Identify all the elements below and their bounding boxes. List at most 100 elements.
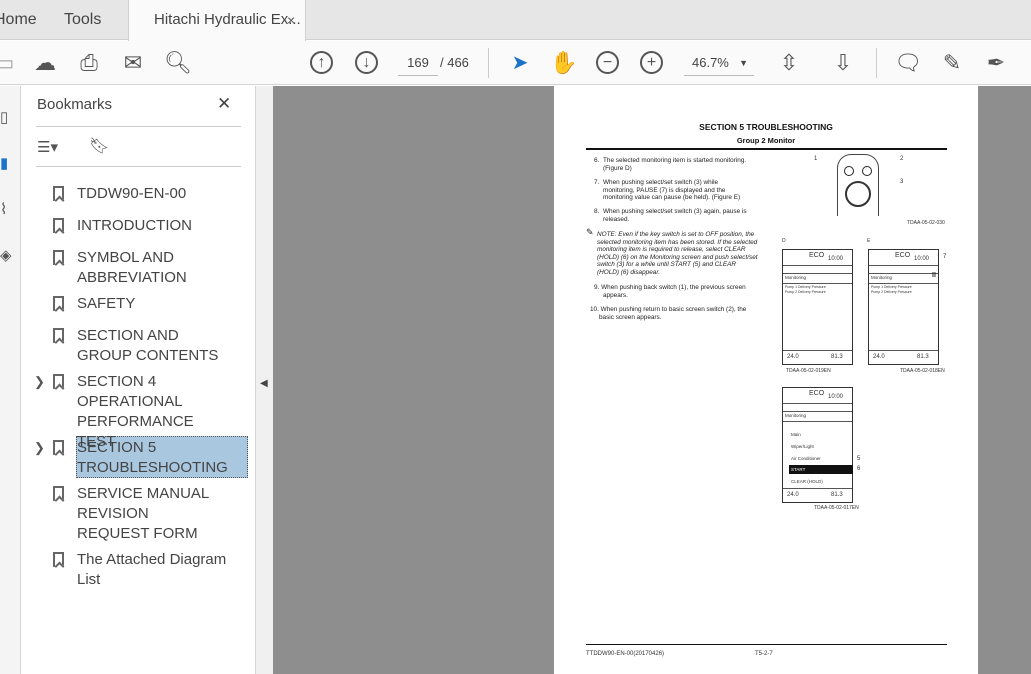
eco-label: ECO [809,390,825,397]
sign-icon[interactable]: ✒ [982,49,1010,77]
collapse-arrow-icon[interactable]: ◀ [260,378,268,389]
bookmark-icon [53,440,64,455]
monitoring-title: Monitoring [785,275,807,280]
bookmark-item[interactable]: SAFETY [77,294,247,314]
monitor-row: Pump 1 Delivery Pressure [785,285,826,289]
navigation-rail: ▯ ▮ ⌇ ◈ [0,86,21,674]
tab-bar: Home Tools Hitachi Hydraulic Ex...× [0,0,1031,41]
bookmarks-icon[interactable]: ▮ [0,154,8,172]
callout-label: 7 [943,254,947,260]
bookmark-item[interactable]: SERVICE MANUAL REVISION REQUEST FORM [77,484,217,544]
hand-tool-icon[interactable]: ✋ [550,49,578,77]
document-page: SECTION 5 TROUBLESHOOTING Group 2 Monito… [554,86,978,674]
step-number: 8. [594,208,600,215]
bookmark-item[interactable]: The Attached Diagram List [77,550,237,590]
menu-item: CLEAR (HOLD) [791,479,823,484]
panel-collapse-strip[interactable]: ◀ [255,86,273,674]
back-switch-icon [844,166,854,176]
pages-icon[interactable]: ▯ [0,108,8,126]
save-icon[interactable]: ▭ [0,49,18,77]
figure-caption: TDAA-05-02-019EN [786,368,831,374]
attachments-icon[interactable]: ⌇ [0,200,7,218]
figure-caption: TDAA-05-02-018EN [900,368,945,374]
bookmark-icon [53,486,64,501]
email-icon[interactable]: ✉ [119,49,147,77]
temp-value: 24.0 [787,492,799,498]
monitor-row: Pump 2 Delivery Pressure [871,290,912,294]
bookmark-item[interactable]: TDDW90-EN-00 [77,184,247,204]
callout-label: 6 [857,466,861,472]
page-fit-icon[interactable]: ⇳ [775,49,803,77]
bookmark-item[interactable]: SYMBOL AND ABBREVIATION [77,248,207,288]
monitoring-title: Monitoring [871,275,893,280]
bookmark-icon [53,296,64,311]
footer-rule [586,644,947,645]
page-total: / 466 [440,55,469,70]
footer-document-id: TTDDW90-EN-00(20170426) [586,651,665,657]
step-number: 6. [594,157,600,164]
monitor-screen-d: ECO 10:00 Monitoring Pump 1 Delivery Pre… [782,249,853,365]
print-icon[interactable]: ⎙ [75,49,103,77]
bookmark-item[interactable]: INTRODUCTION [77,216,247,236]
layers-icon[interactable]: ◈ [0,246,12,264]
tab-home[interactable]: Home [0,0,37,40]
select-tool-icon[interactable]: ➤ [506,49,534,77]
bookmark-icon [53,328,64,343]
close-panel-icon[interactable]: ✕ [217,94,231,114]
divider [876,48,877,78]
chevron-down-icon: ▼ [739,58,748,68]
note-text: NOTE: Even if the key switch is set to O… [597,231,758,276]
zoom-value: 46.7% [692,55,729,70]
group-heading: Group 2 Monitor [736,136,796,145]
bookmark-item-selected[interactable]: SECTION 5 TROUBLESHOOTING [77,438,228,478]
monitoring-title: Monitoring [785,413,807,418]
find-icon[interactable]: 🔍︎ [164,49,192,77]
scroll-mode-icon[interactable]: ⇩ [829,49,857,77]
temp-value: 24.0 [787,354,799,360]
tab-tools[interactable]: Tools [64,0,101,40]
divider [36,166,241,167]
step-text: The selected monitoring item is started … [603,157,747,172]
bookmarks-title: Bookmarks [37,96,113,113]
expand-chevron-icon[interactable]: ❯ [34,374,45,390]
zoom-out-icon[interactable]: − [596,51,619,74]
bookmark-icon [53,552,64,567]
bookmark-icon [53,218,64,233]
zoom-select[interactable]: 46.7% ▼ [684,50,754,76]
tab-document[interactable]: Hitachi Hydraulic Ex... × [128,0,306,41]
menu-item-selected: START [791,467,806,472]
eco-label: ECO [809,252,825,259]
bookmark-options-icon[interactable]: ☰▾ [37,138,58,156]
menu-item: Air Conditioner [791,456,821,461]
expand-chevron-icon[interactable]: ❯ [34,440,45,456]
find-bookmark-icon[interactable]: 🔖︎ [89,136,109,156]
figure-caption: TDAA-05-02-030 [907,220,945,226]
time-label: 10:00 [914,256,930,262]
note-pencil-icon: ✎ [586,227,594,237]
step-number: 7. [594,179,600,186]
callout-label: 5 [857,456,861,462]
toolbar: ▭ ☁ ⎙ ✉ 🔍︎ ↑ ↓ 169 / 466 ➤ ✋ − + 46.7% ▼ … [0,41,1031,85]
monitor-row: Pump 2 Delivery Pressure [785,290,826,294]
next-page-icon[interactable]: ↓ [355,51,378,74]
callout-label: 1 [814,156,818,162]
bookmark-icon [53,186,64,201]
previous-page-icon[interactable]: ↑ [310,51,333,74]
upload-cloud-icon[interactable]: ☁ [31,49,59,77]
bookmark-icon [53,250,64,265]
hours-value: 81.3 [831,354,843,360]
figure-label: D [782,238,786,244]
comment-icon[interactable]: 🗨︎ [894,49,922,77]
highlight-pen-icon[interactable]: ✎ [938,49,966,77]
home-switch-icon [862,166,872,176]
step-number: 10. [590,306,599,313]
bookmark-item[interactable]: SECTION AND GROUP CONTENTS [77,326,237,366]
zoom-in-icon[interactable]: + [640,51,663,74]
eco-label: ECO [895,252,911,259]
step-10: 10. When pushing return to basic screen … [590,306,759,321]
monitor-screen-e: ECO 10:00 Monitoring II Pump 1 Delivery … [868,249,939,365]
close-tab-icon[interactable]: × [287,0,295,40]
step-9: 9. When pushing back switch (1), the pre… [594,284,758,299]
page-number-input[interactable]: 169 [398,50,438,76]
divider [488,48,489,78]
